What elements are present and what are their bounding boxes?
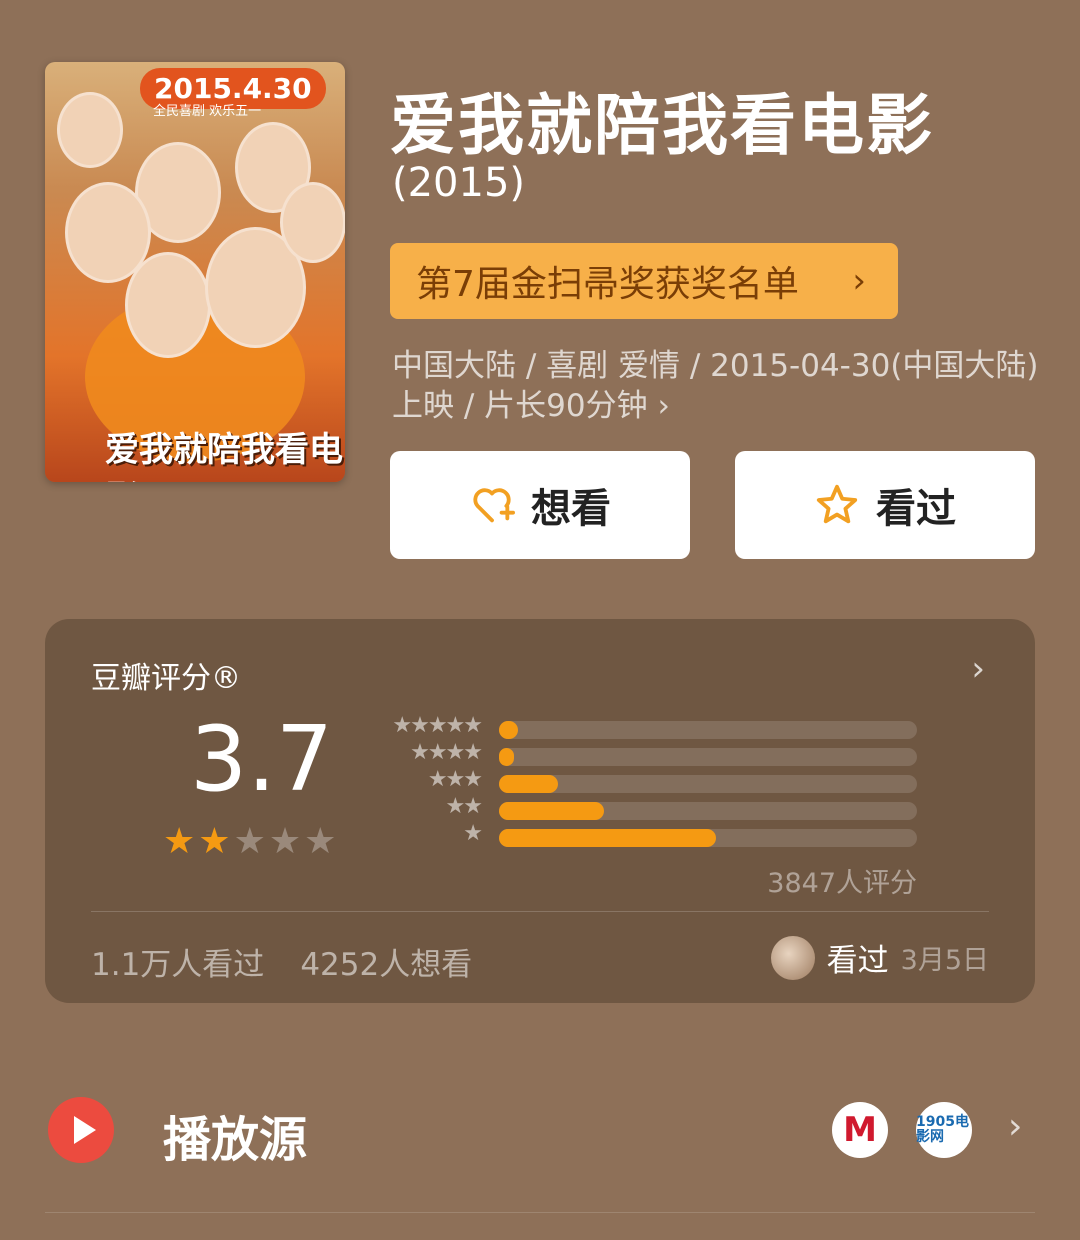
poster-art bbox=[125, 252, 211, 358]
rating-count: 3847人评分 bbox=[767, 868, 917, 899]
movie-title: 爱我就陪我看电影 bbox=[390, 87, 934, 164]
play-source-row[interactable]: 播放源 M 1905电影网 › bbox=[0, 1090, 1080, 1180]
chevron-right-icon: › bbox=[852, 261, 866, 301]
rating-bar bbox=[499, 775, 558, 793]
award-label: 第7届金扫帚奖获奖名单 bbox=[416, 264, 799, 305]
rating-source-label: 豆瓣评分® bbox=[91, 661, 241, 696]
source-1905-label: 1905电影网 bbox=[916, 1114, 969, 1145]
rating-row: ★ bbox=[377, 821, 917, 847]
want-count: 4252人想看 bbox=[300, 947, 473, 983]
rating-bar bbox=[499, 748, 514, 766]
row-stars: ★★★★ bbox=[410, 740, 483, 765]
star-icon bbox=[816, 484, 858, 524]
row-stars: ★★★★★ bbox=[392, 713, 483, 738]
avatar[interactable] bbox=[770, 935, 815, 980]
rating-stars: ★ ★ ★ ★ ★ bbox=[163, 824, 336, 860]
poster-art bbox=[57, 92, 123, 168]
want-to-watch-button[interactable]: 想看 bbox=[390, 451, 690, 559]
row-stars: ★★ bbox=[445, 794, 483, 819]
movie-meta[interactable]: 中国大陆 / 喜剧 爱情 / 2015-04-30(中国大陆)上映 / 片长90… bbox=[392, 346, 1042, 426]
divider bbox=[91, 911, 989, 912]
want-label: 想看 bbox=[531, 486, 611, 532]
source-m-icon[interactable]: M bbox=[832, 1102, 888, 1158]
friend-date: 3月5日 bbox=[900, 945, 989, 976]
poster-art bbox=[280, 182, 345, 263]
play-icon bbox=[48, 1097, 114, 1163]
rating-row: ★★★ bbox=[377, 767, 917, 793]
rating-row: ★★ bbox=[377, 794, 917, 820]
rating-bar bbox=[499, 802, 604, 820]
star-icon: ★ bbox=[304, 821, 337, 862]
watch-stats: 1.1万人看过 4252人想看 bbox=[91, 939, 472, 984]
watched-count: 1.1万人看过 bbox=[91, 947, 265, 983]
rating-bar-track bbox=[499, 775, 917, 793]
play-source-label: 播放源 bbox=[163, 1112, 308, 1168]
friend-activity[interactable]: 看过 3月5日 bbox=[770, 935, 989, 980]
friend-status: 看过 bbox=[826, 943, 889, 979]
chevron-right-icon: › bbox=[1008, 1106, 1023, 1147]
rating-bar bbox=[499, 721, 518, 739]
movie-year: (2015) bbox=[392, 160, 526, 206]
rating-bar-track bbox=[499, 748, 917, 766]
movie-poster[interactable]: 2015.4.30 全民喜剧 欢乐五一 爱我就陪我看电影 bbox=[45, 62, 345, 482]
row-stars: ★ bbox=[463, 821, 483, 846]
award-banner[interactable]: 第7届金扫帚奖获奖名单 › bbox=[390, 243, 898, 319]
rating-bar bbox=[499, 829, 717, 847]
rating-row: ★★★★ bbox=[377, 740, 917, 766]
star-icon: ★ bbox=[198, 821, 231, 862]
watched-button[interactable]: 看过 bbox=[735, 451, 1035, 559]
rating-bar-track bbox=[499, 829, 917, 847]
rating-score: 3.7 bbox=[190, 707, 334, 812]
chevron-right-icon[interactable]: › bbox=[971, 649, 985, 689]
row-stars: ★★★ bbox=[427, 767, 483, 792]
rating-row: ★★★★★ bbox=[377, 713, 917, 739]
rating-bar-track bbox=[499, 721, 917, 739]
star-icon: ★ bbox=[163, 821, 196, 862]
poster-title: 爱我就陪我看电影 bbox=[105, 430, 343, 482]
divider bbox=[45, 1212, 1035, 1213]
star-icon: ★ bbox=[268, 821, 302, 862]
source-1905-icon[interactable]: 1905电影网 bbox=[916, 1102, 972, 1158]
watched-label: 看过 bbox=[876, 486, 956, 532]
star-icon: ★ bbox=[233, 821, 266, 862]
rating-card[interactable]: 豆瓣评分® › 3.7 ★ ★ ★ ★ ★ ★★★★★ ★★★★ ★★★ ★★ ★ 38… bbox=[45, 619, 1035, 1003]
rating-bar-track bbox=[499, 802, 917, 820]
heart-plus-icon bbox=[473, 488, 515, 523]
poster-subtitle: 全民喜剧 欢乐五一 bbox=[153, 104, 262, 119]
